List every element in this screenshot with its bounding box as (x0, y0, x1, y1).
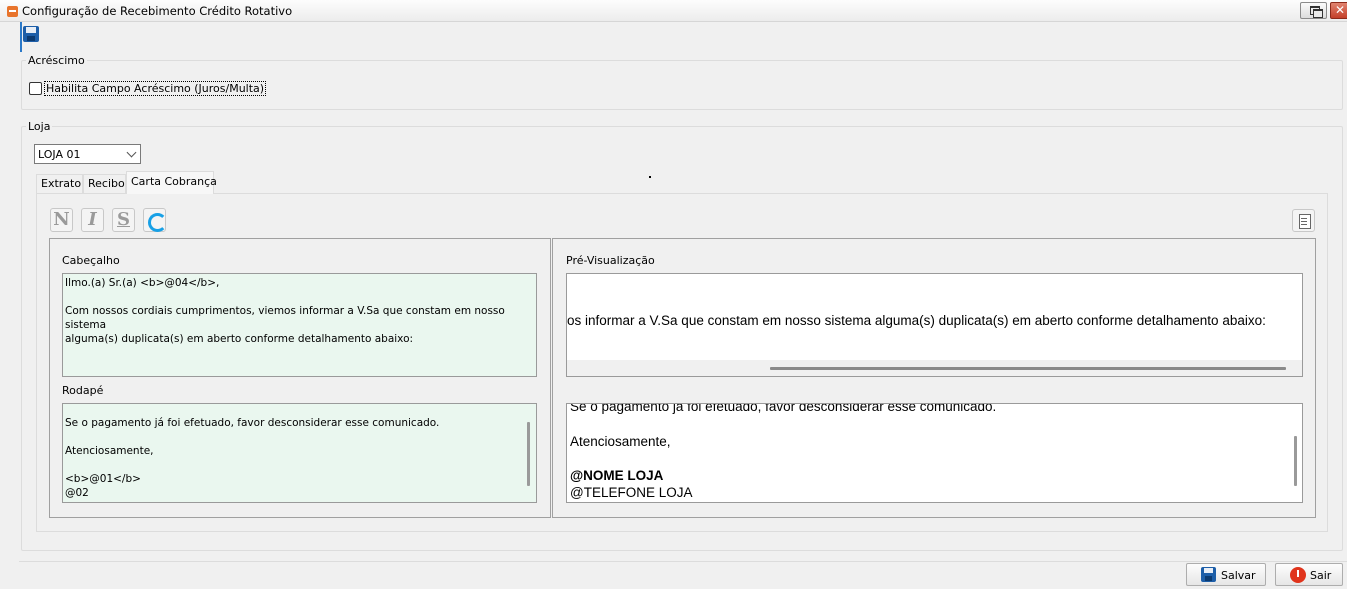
footer-editor[interactable]: Se o pagamento já foi efetuado, favor de… (62, 403, 537, 503)
close-window-button[interactable] (1330, 2, 1347, 19)
loja-select[interactable]: LOJA 01 (34, 144, 141, 164)
header-preview-hscroll[interactable] (770, 367, 1286, 370)
header-preview: os informar a V.Sa que constam em nosso … (566, 273, 1303, 377)
header-line: Ilmo.(a) Sr.(a) <b>@04</b>, (65, 277, 220, 289)
footer-line: @02 (65, 487, 89, 499)
exit-button[interactable]: Sair (1275, 563, 1343, 586)
save-button[interactable]: Salvar (1186, 563, 1266, 586)
footer-preview-store-phone: @TELEFONE LOJA (570, 485, 693, 500)
footer-preview-cut-line: Se o pagamento já foi efetuado, favor de… (570, 403, 997, 414)
italic-button[interactable]: I (81, 208, 104, 232)
footer-line: <b>@01</b> (65, 473, 141, 485)
tab-extrato[interactable]: Extrato (36, 174, 83, 193)
footer-preview-store-name: @NOME LOJA (570, 468, 664, 483)
footer-line: Atenciosamente, (65, 445, 154, 457)
document-icon[interactable] (1292, 209, 1315, 232)
footer-line (65, 430, 534, 444)
bold-button[interactable]: N (50, 208, 73, 232)
header-editor[interactable]: Ilmo.(a) Sr.(a) <b>@04</b>, Com nossos co… (62, 273, 537, 377)
chevron-down-icon (126, 147, 137, 158)
restore-window-button[interactable] (1300, 2, 1327, 19)
header-line: alguma(s) duplicata(s) em aberto conform… (65, 333, 414, 345)
footer-line (65, 458, 534, 472)
acrescimo-checkbox[interactable] (29, 82, 42, 95)
strike-button[interactable]: S (112, 208, 135, 232)
app-icon (7, 6, 18, 17)
exit-icon (1290, 567, 1306, 583)
save-icon (1201, 567, 1216, 582)
acrescimo-legend: Acréscimo (26, 54, 87, 67)
window-title-bar: Configuração de Recebimento Crédito Rota… (0, 0, 1347, 22)
refresh-preview-icon[interactable] (143, 208, 167, 232)
save-button-label: Salvar (1221, 569, 1256, 582)
header-preview-text: os informar a V.Sa que constam em nosso … (567, 313, 1266, 328)
footer-editor-scrollbar[interactable] (527, 422, 530, 486)
left-accent-line (20, 22, 22, 52)
footer-preview-regards: Atenciosamente, (570, 434, 671, 449)
loja-legend: Loja (26, 120, 53, 133)
footer-preview-scrollbar[interactable] (1294, 436, 1297, 486)
footer-label: Rodapé (62, 384, 104, 397)
window-title: Configuração de Recebimento Crédito Rota… (22, 4, 293, 18)
footer-line (65, 406, 534, 416)
footer-preview: Se o pagamento já foi efetuado, favor de… (566, 403, 1303, 503)
header-label: Cabeçalho (62, 254, 120, 267)
footer-line: Se o pagamento já foi efetuado, favor de… (65, 417, 440, 429)
bottom-bar (19, 561, 1347, 589)
acrescimo-checkbox-label[interactable]: Habilita Campo Acréscimo (Juros/Multa) (44, 81, 267, 96)
loja-select-value: LOJA 01 (38, 148, 81, 161)
save-toolbar-icon[interactable] (23, 26, 39, 42)
header-line (65, 290, 534, 304)
tab-recibo[interactable]: Recibo (83, 174, 126, 193)
stray-dot (649, 176, 651, 178)
tab-carta-cobranca[interactable]: Carta Cobrança (126, 171, 217, 194)
preview-label: Pré-Visualização (566, 254, 655, 267)
exit-button-label: Sair (1310, 569, 1332, 582)
header-line: Com nossos cordiais cumprimentos, viemos… (65, 305, 509, 331)
